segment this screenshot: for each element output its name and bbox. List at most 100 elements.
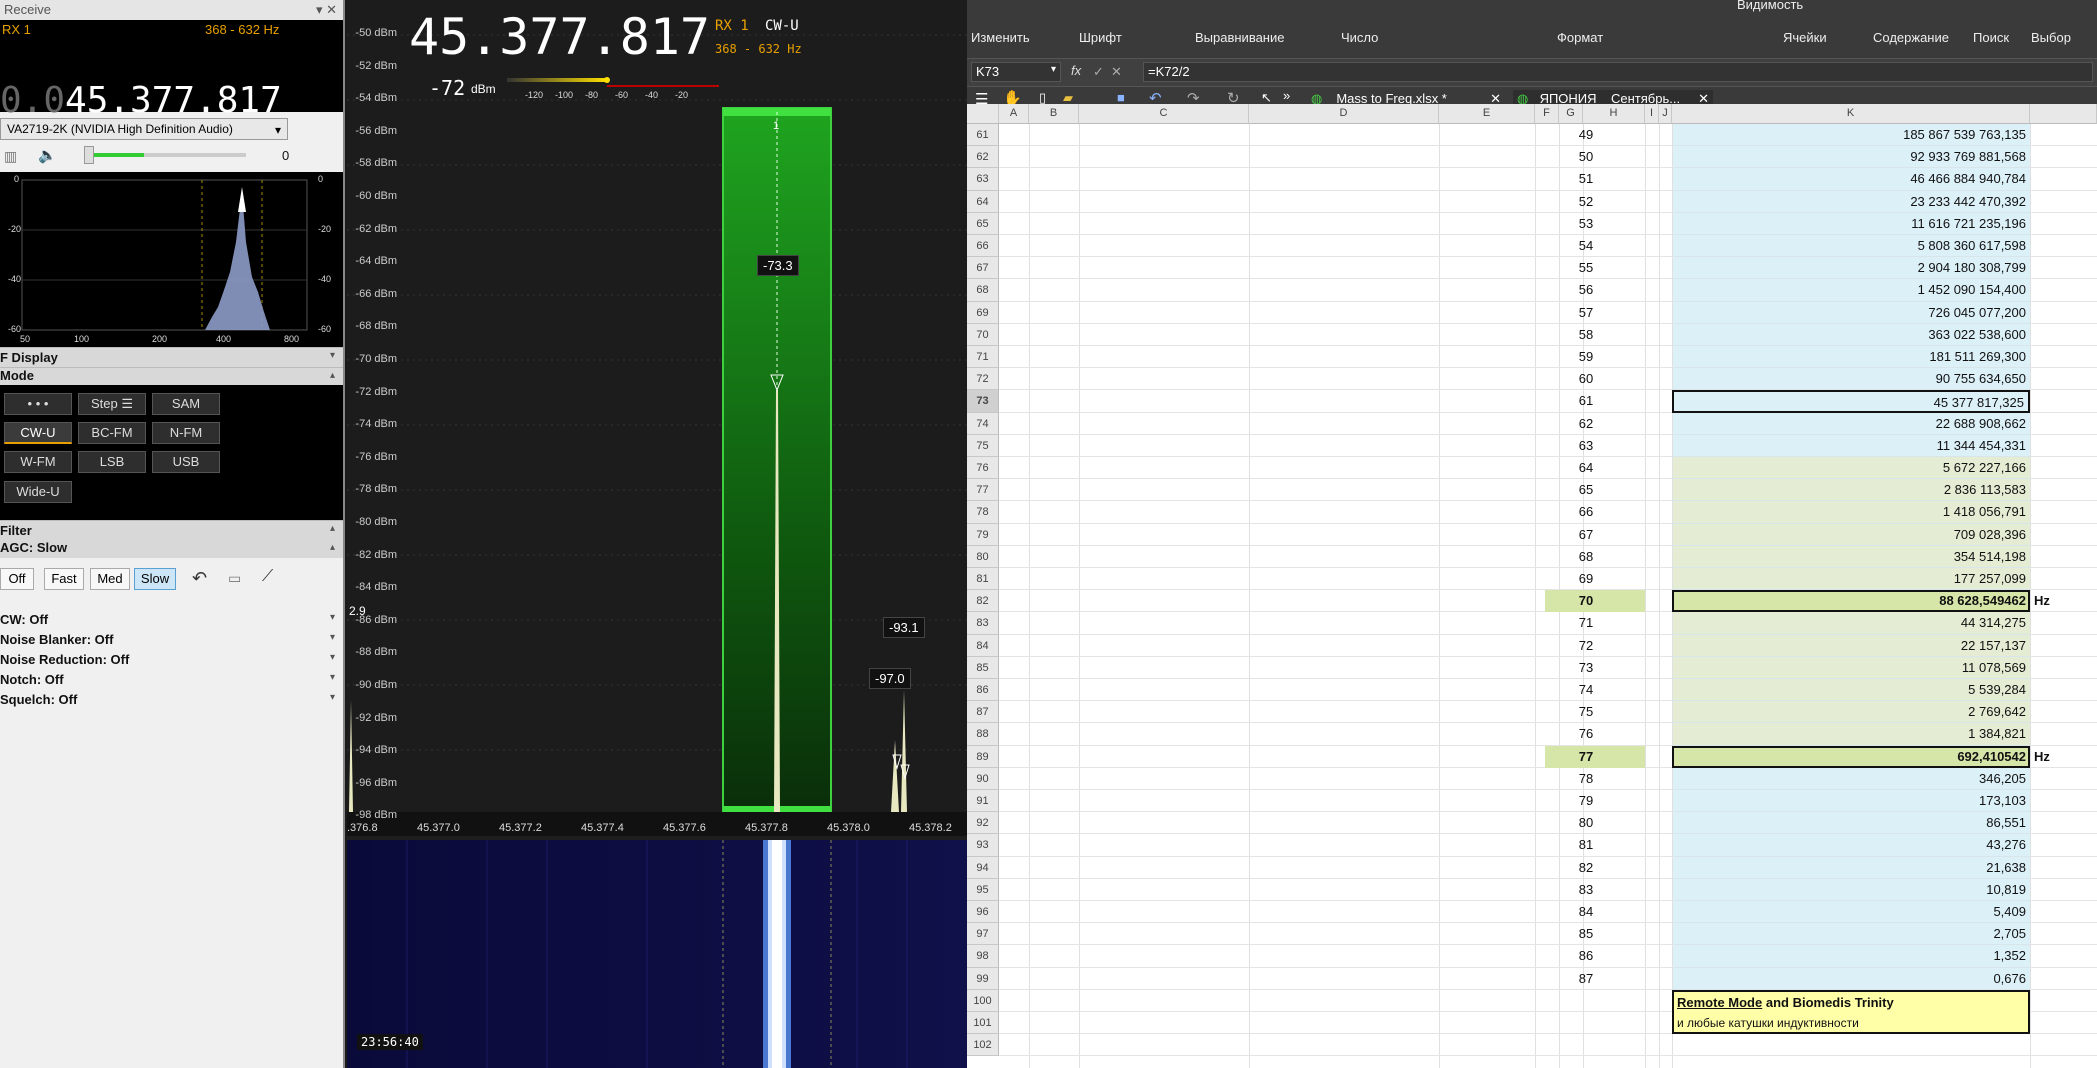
column-header[interactable]: B [1029, 104, 1079, 124]
mode-lsb-button[interactable]: LSB [78, 451, 146, 473]
cell-k[interactable]: 22 157,137 [1672, 635, 2030, 657]
bars-icon[interactable]: ▥ [4, 148, 17, 165]
row-header[interactable]: 84 [967, 634, 999, 657]
cell-h[interactable]: 71 [1545, 612, 1627, 634]
cell-h[interactable]: 56 [1545, 279, 1627, 301]
column-header-partial[interactable] [2030, 104, 2097, 124]
receive-frequency[interactable]: 0.045.377.817 [0, 80, 282, 121]
cell-h[interactable]: 63 [1545, 435, 1627, 457]
cell-k[interactable]: 44 314,275 [1672, 612, 2030, 635]
cell-k[interactable]: 11 078,569 [1672, 657, 2030, 679]
cell-k[interactable]: 10,819 [1672, 879, 2030, 901]
cell-h[interactable]: 80 [1545, 812, 1627, 834]
option-cw[interactable]: CW: Off ▾ [0, 610, 343, 630]
ribbon-group-find[interactable]: Поиск [1973, 30, 2009, 45]
cell-h[interactable]: 78 [1545, 768, 1627, 790]
cell-k[interactable]: 23 233 442 470,392 [1672, 191, 2030, 213]
cell-h[interactable]: 87 [1545, 968, 1627, 990]
ribbon-group-number[interactable]: Число [1341, 30, 1378, 45]
cell-k[interactable]: 185 867 539 763,135 [1672, 124, 2030, 147]
cell-h[interactable]: 57 [1545, 302, 1627, 324]
section-mode[interactable]: Mode ▴ [0, 367, 343, 385]
cell-h[interactable]: 82 [1545, 857, 1627, 879]
row-header[interactable]: 88 [967, 723, 999, 746]
cell-k[interactable]: 2,705 [1672, 923, 2030, 946]
option-noise-reduction[interactable]: Noise Reduction: Off ▾ [0, 650, 343, 670]
row-header[interactable]: 61 [967, 124, 999, 147]
cell-k[interactable]: 92 933 769 881,568 [1672, 146, 2030, 169]
volume-slider[interactable] [84, 146, 246, 164]
ribbon-group-select[interactable]: Выбор [2031, 30, 2071, 45]
cell-h[interactable]: 61 [1545, 390, 1627, 412]
cell-h[interactable]: 77 [1545, 746, 1627, 768]
cell-k[interactable]: 5 672 227,166 [1672, 457, 2030, 480]
row-header[interactable]: 66 [967, 235, 999, 258]
column-header[interactable]: H [1583, 104, 1645, 124]
cell-k[interactable]: 726 045 077,200 [1672, 302, 2030, 324]
cell-h[interactable]: 60 [1545, 368, 1627, 390]
cell-k[interactable]: 5,409 [1672, 901, 2030, 924]
cell-h[interactable]: 67 [1545, 524, 1627, 546]
cell-k[interactable]: 1,352 [1672, 945, 2030, 968]
book-icon[interactable]: ▭ [228, 570, 241, 587]
save-icon[interactable]: ■ [1117, 90, 1125, 105]
cell-h[interactable]: 81 [1545, 834, 1627, 856]
cell-h[interactable]: 51 [1545, 168, 1627, 190]
formula-input[interactable]: =K72/2 [1143, 62, 2093, 82]
column-header[interactable]: E [1439, 104, 1535, 124]
cell-h[interactable]: 72 [1545, 635, 1627, 657]
mode-step-button[interactable]: Step ☰ [78, 393, 146, 415]
row-header[interactable]: 92 [967, 812, 999, 835]
cell-k[interactable]: 692,410542 [1672, 746, 2030, 768]
row-header[interactable]: 76 [967, 457, 999, 480]
row-header[interactable]: 100 [967, 989, 999, 1012]
cell-h[interactable]: 86 [1545, 945, 1627, 967]
cell-k[interactable]: 45 377 817,325 [1672, 390, 2030, 413]
graph-icon[interactable]: ⟋ [262, 568, 273, 586]
cell-k[interactable]: 11 616 721 235,196 [1672, 213, 2030, 235]
cell-k[interactable]: 88 628,549462 [1672, 590, 2030, 612]
spectrum-graphics[interactable] [347, 0, 967, 1068]
cell-h[interactable]: 62 [1545, 413, 1627, 435]
row-header[interactable]: 74 [967, 412, 999, 435]
column-header[interactable]: K [1672, 104, 2030, 124]
cell-h[interactable]: 55 [1545, 257, 1627, 279]
mode-wfm-button[interactable]: W-FM [4, 451, 72, 473]
volume-handle[interactable] [84, 146, 94, 164]
cell-k[interactable]: 173,103 [1672, 790, 2030, 813]
row-header[interactable]: 85 [967, 656, 999, 679]
cell-k[interactable]: 363 022 538,600 [1672, 324, 2030, 346]
ribbon-group-cells[interactable]: Ячейки [1783, 30, 1827, 45]
cell-k[interactable]: 46 466 884 940,784 [1672, 168, 2030, 191]
column-header[interactable]: C [1079, 104, 1249, 124]
row-header[interactable]: 79 [967, 523, 999, 546]
column-header[interactable]: A [999, 104, 1029, 124]
row-header[interactable]: 80 [967, 545, 999, 568]
ribbon-partial-visibility[interactable]: Видимость [1737, 0, 1803, 12]
row-header[interactable]: 87 [967, 701, 999, 724]
cell-h[interactable]: 76 [1545, 723, 1627, 745]
row-header[interactable]: 96 [967, 901, 999, 924]
cell-h[interactable]: 79 [1545, 790, 1627, 812]
row-header[interactable]: 72 [967, 368, 999, 391]
name-box[interactable]: K73 ▾ [971, 62, 1061, 82]
unit-cell[interactable]: Hz [2034, 746, 2050, 768]
row-header[interactable]: 91 [967, 790, 999, 813]
row-header[interactable]: 94 [967, 856, 999, 879]
cell-k[interactable]: 11 344 454,331 [1672, 435, 2030, 457]
cell-k[interactable]: 1 452 090 154,400 [1672, 279, 2030, 302]
row-header[interactable]: 95 [967, 878, 999, 901]
row-header[interactable]: 90 [967, 767, 999, 790]
mode-wideu-button[interactable]: Wide-U [4, 481, 72, 503]
cell-h[interactable]: 53 [1545, 213, 1627, 235]
section-agc[interactable]: AGC: Slow ▴ [0, 540, 343, 558]
cell-h[interactable]: 52 [1545, 191, 1627, 213]
cell-h[interactable]: 54 [1545, 235, 1627, 257]
row-header[interactable]: 82 [967, 590, 999, 613]
function-icon[interactable]: fx [1071, 63, 1081, 78]
mode-bcfm-button[interactable]: BC-FM [78, 422, 146, 444]
cancel-icon[interactable]: ✕ [1111, 64, 1122, 80]
cell-h[interactable]: 66 [1545, 501, 1627, 523]
row-header[interactable]: 86 [967, 679, 999, 702]
cell-h[interactable]: 73 [1545, 657, 1627, 679]
